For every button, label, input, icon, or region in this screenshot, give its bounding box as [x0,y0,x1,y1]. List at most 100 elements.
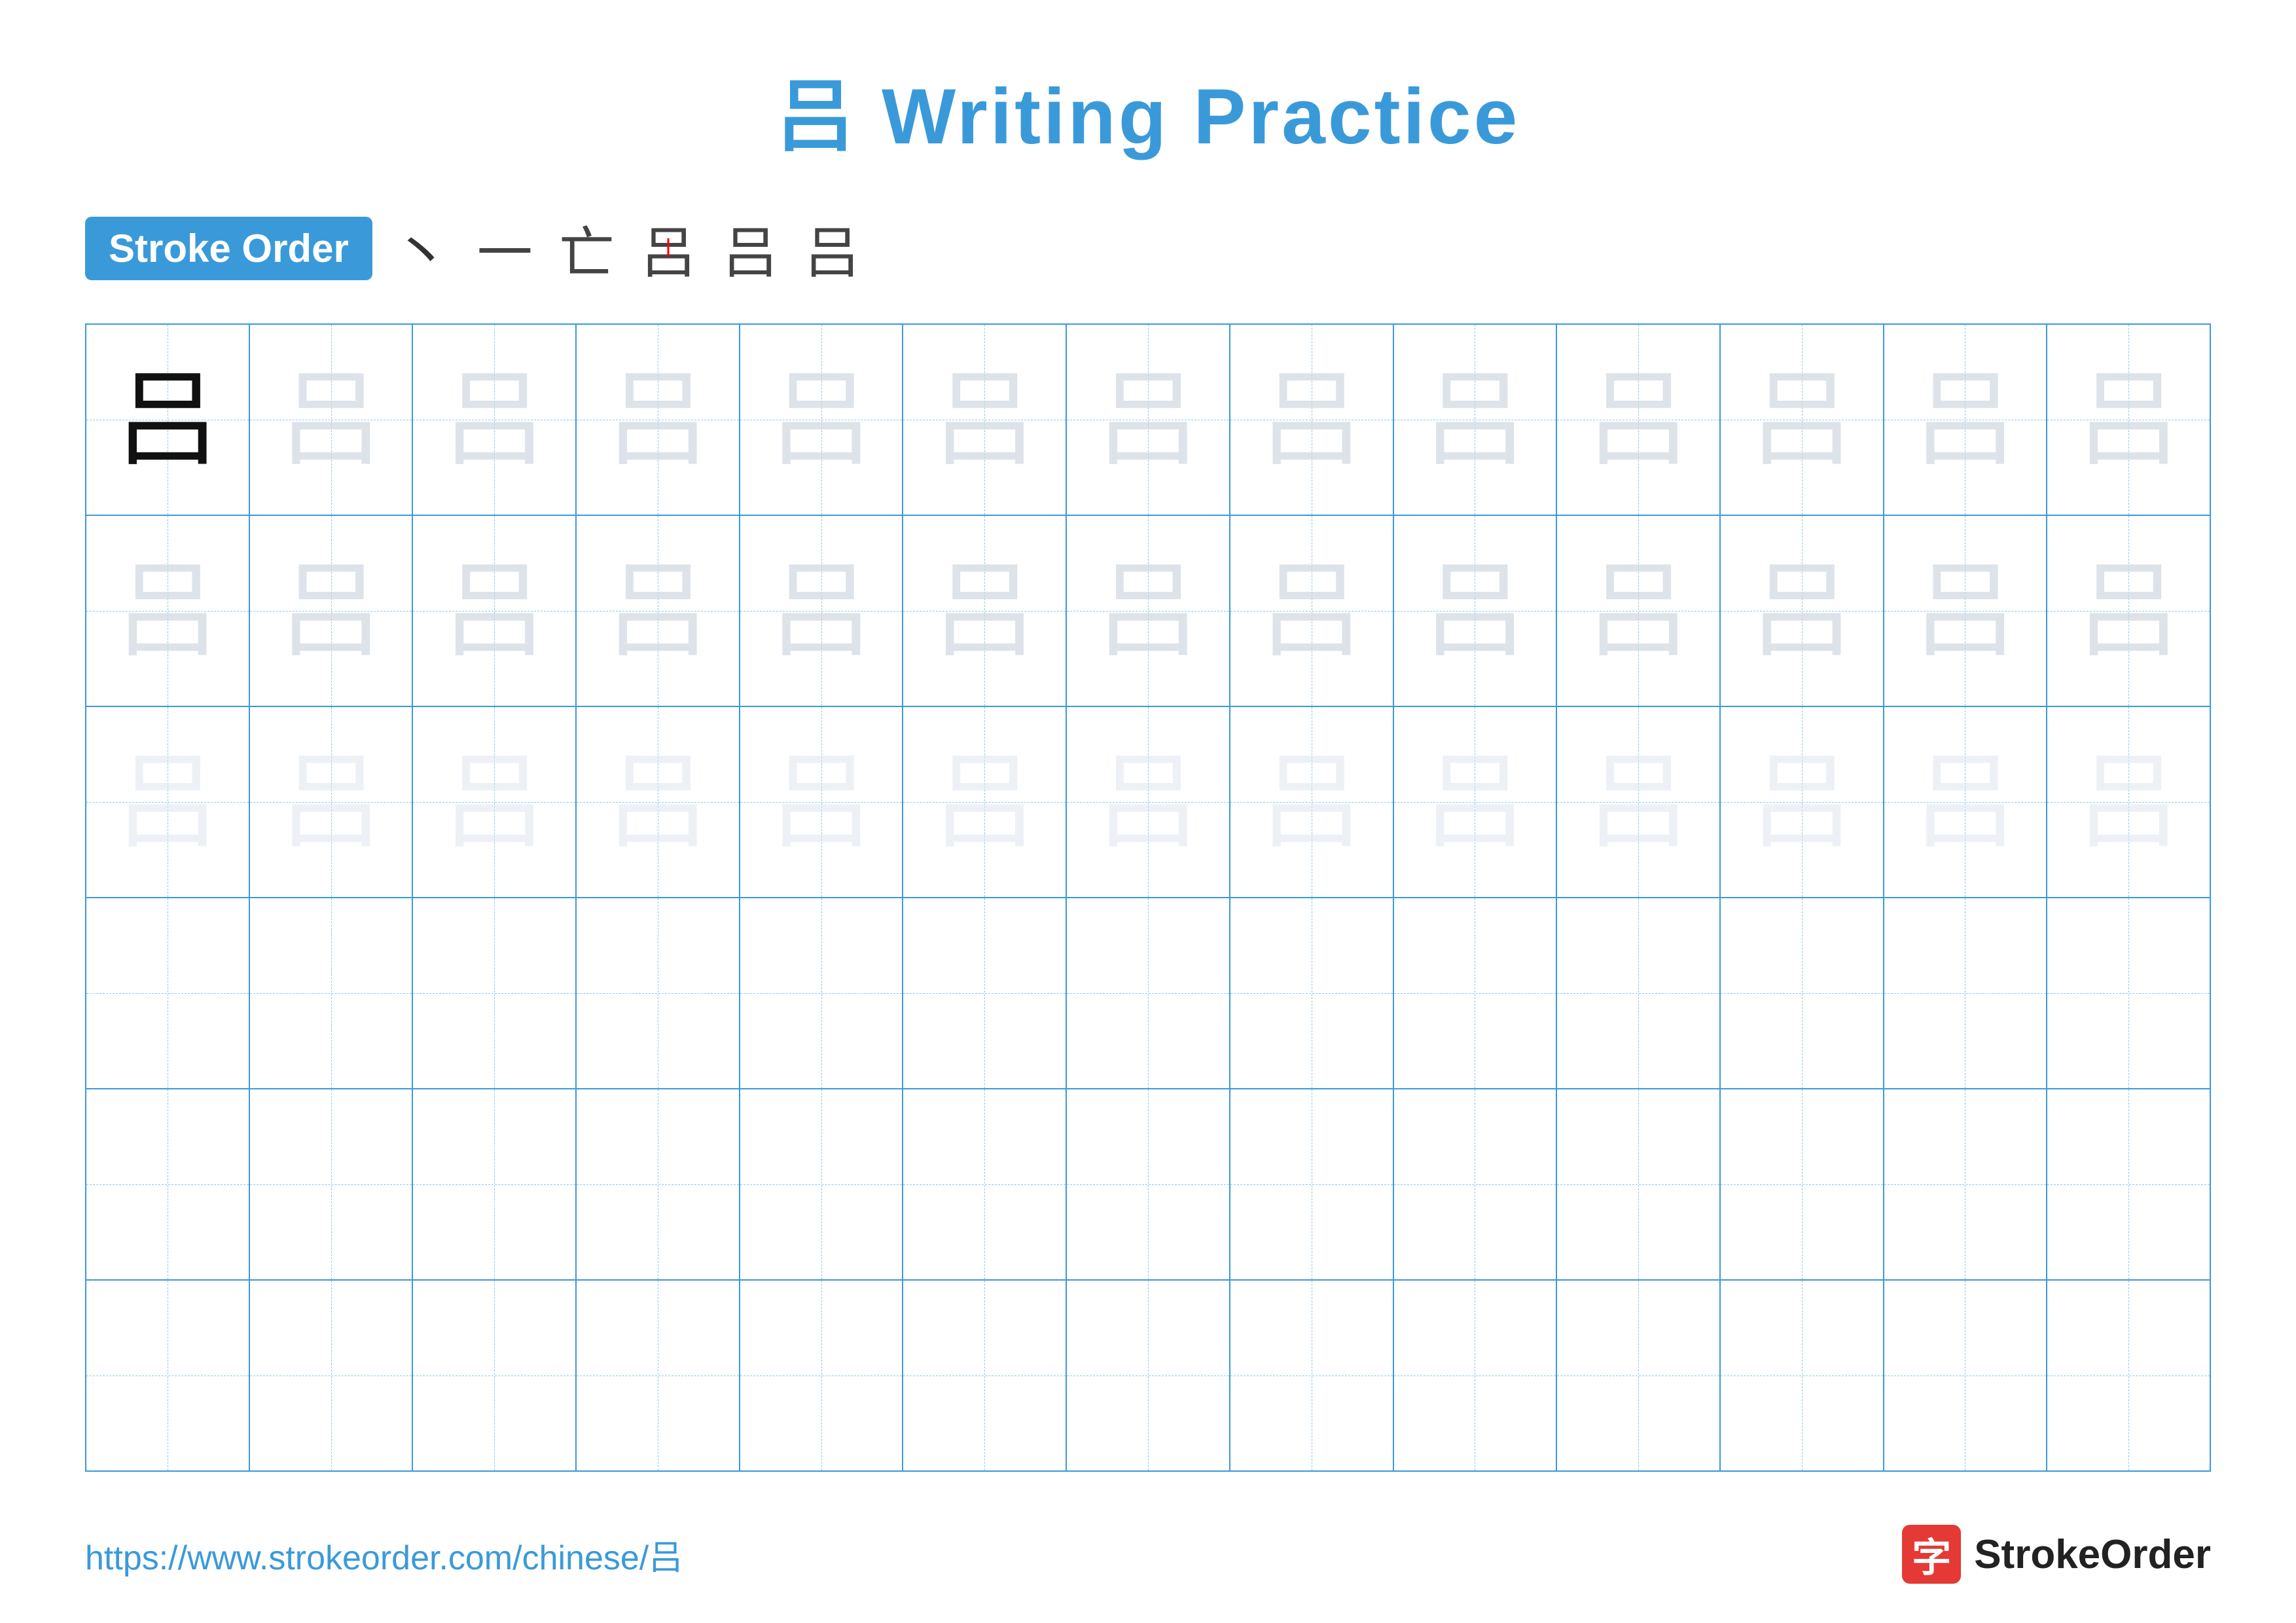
grid-cell-5-2[interactable] [250,1089,414,1279]
grid-cell-1-8: 吕 [1230,325,1394,515]
grid-cell-2-12: 吕 [1884,516,2048,706]
grid-cell-6-12[interactable] [1884,1281,2048,1470]
char-lighter: 吕 [1259,750,1364,854]
grid-cell-4-1[interactable] [86,898,250,1088]
page-title: 吕 Writing Practice [0,0,2296,166]
grid-cell-6-2[interactable] [250,1281,414,1470]
logo-text: StrokeOrder [1974,1531,2211,1578]
grid-cell-4-11[interactable] [1721,898,1884,1088]
char-lighter: 吕 [769,750,874,854]
grid-cell-2-8: 吕 [1230,516,1394,706]
char-light: 吕 [1749,367,1854,472]
practice-grid: 吕 吕 吕 吕 吕 吕 吕 吕 吕 吕 吕 吕 [85,323,2211,1472]
grid-cell-4-2[interactable] [250,898,414,1088]
grid-cell-6-4[interactable] [577,1281,740,1470]
char-lighter: 吕 [2076,750,2181,854]
grid-cell-3-3: 吕 [413,707,577,897]
grid-cell-5-4[interactable] [577,1089,740,1279]
grid-cell-6-7[interactable] [1067,1281,1230,1470]
char-lighter: 吕 [279,750,384,854]
char-lighter: 吕 [1096,750,1200,854]
grid-row-5 [86,1089,2210,1281]
char-lighter: 吕 [1912,750,2017,854]
footer-logo: 字 StrokeOrder [1902,1525,2211,1584]
char-lighter: 吕 [442,750,547,854]
char-lighter: 吕 [115,750,220,854]
stroke-2: 一 [477,208,533,289]
char-light: 吕 [1749,558,1854,663]
grid-cell-4-6[interactable] [903,898,1067,1088]
char-light: 吕 [932,558,1037,663]
grid-cell-2-9: 吕 [1394,516,1558,706]
char-light: 吕 [1259,558,1364,663]
grid-cell-6-11[interactable] [1721,1281,1884,1470]
grid-cell-5-12[interactable] [1884,1089,2048,1279]
grid-cell-5-1[interactable] [86,1089,250,1279]
grid-cell-1-2: 吕 [250,325,414,515]
grid-cell-5-6[interactable] [903,1089,1067,1279]
grid-cell-2-7: 吕 [1067,516,1230,706]
grid-cell-6-3[interactable] [413,1281,577,1470]
grid-cell-1-7: 吕 [1067,325,1230,515]
logo-icon: 字 [1902,1525,1961,1584]
char-light: 吕 [769,558,874,663]
grid-cell-5-11[interactable] [1721,1089,1884,1279]
stroke-order-badge: Stroke Order [85,217,372,280]
grid-cell-2-3: 吕 [413,516,577,706]
char-light: 吕 [1912,367,2017,472]
char-light: 吕 [1096,558,1200,663]
grid-cell-3-8: 吕 [1230,707,1394,897]
grid-cell-4-3[interactable] [413,898,577,1088]
grid-cell-4-9[interactable] [1394,898,1558,1088]
grid-cell-4-13[interactable] [2047,898,2210,1088]
grid-cell-4-12[interactable] [1884,898,2048,1088]
grid-cell-4-5[interactable] [740,898,904,1088]
grid-cell-6-6[interactable] [903,1281,1067,1470]
grid-row-4 [86,898,2210,1089]
grid-cell-5-5[interactable] [740,1089,904,1279]
grid-cell-5-10[interactable] [1557,1089,1721,1279]
grid-cell-4-4[interactable] [577,898,740,1088]
grid-cell-3-13: 吕 [2047,707,2210,897]
char-light: 吕 [1586,367,1691,472]
grid-cell-3-7: 吕 [1067,707,1230,897]
grid-cell-1-6: 吕 [903,325,1067,515]
char-light: 吕 [2076,367,2181,472]
grid-cell-3-12: 吕 [1884,707,2048,897]
grid-cell-2-10: 吕 [1557,516,1721,706]
grid-cell-2-11: 吕 [1721,516,1884,706]
grid-cell-4-7[interactable] [1067,898,1230,1088]
grid-cell-3-11: 吕 [1721,707,1884,897]
char-lighter: 吕 [1422,750,1527,854]
grid-cell-6-10[interactable] [1557,1281,1721,1470]
grid-cell-6-9[interactable] [1394,1281,1558,1470]
grid-cell-5-9[interactable] [1394,1089,1558,1279]
char-light: 吕 [442,367,547,472]
grid-cell-6-8[interactable] [1230,1281,1394,1470]
grid-cell-5-8[interactable] [1230,1089,1394,1279]
grid-cell-4-8[interactable] [1230,898,1394,1088]
grid-cell-1-9: 吕 [1394,325,1558,515]
grid-cell-6-1[interactable] [86,1281,250,1470]
grid-cell-5-7[interactable] [1067,1089,1230,1279]
char-light: 吕 [1422,367,1527,472]
grid-cell-6-5[interactable] [740,1281,904,1470]
title-char: 吕 [776,73,857,160]
grid-cell-2-1: 吕 [86,516,250,706]
grid-cell-5-13[interactable] [2047,1089,2210,1279]
grid-cell-6-13[interactable] [2047,1281,2210,1470]
grid-cell-3-1: 吕 [86,707,250,897]
grid-cell-5-3[interactable] [413,1089,577,1279]
char-lighter: 吕 [1749,750,1854,854]
grid-cell-1-10: 吕 [1557,325,1721,515]
char-lighter: 吕 [605,750,710,854]
stroke-order-section: Stroke Order 丶 一 亡 吕 吕 吕 [0,166,2296,317]
char-light: 吕 [1586,558,1691,663]
char-light: 吕 [1096,367,1200,472]
grid-cell-4-10[interactable] [1557,898,1721,1088]
grid-cell-1-3: 吕 [413,325,577,515]
char-light: 吕 [115,558,220,663]
footer-url[interactable]: https://www.strokeorder.com/chinese/吕 [85,1530,683,1579]
grid-cell-3-4: 吕 [577,707,740,897]
char-light: 吕 [279,558,384,663]
